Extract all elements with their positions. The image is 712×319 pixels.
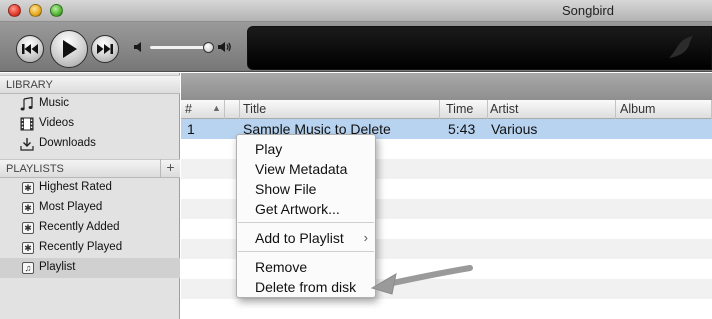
- menu-separator: [238, 222, 374, 223]
- column-header-label: Artist: [490, 102, 519, 116]
- sidebar-item-highest-rated[interactable]: ✱ Highest Rated: [0, 178, 180, 198]
- sidebar-item-music[interactable]: Music: [0, 94, 180, 114]
- smart-playlist-icon: ✱: [22, 242, 34, 254]
- menu-item-view-metadata[interactable]: View Metadata: [237, 159, 375, 179]
- annotation-arrow-icon: [370, 265, 473, 295]
- download-icon: [20, 138, 34, 151]
- menu-item-delete-from-disk[interactable]: Delete from disk: [237, 277, 375, 297]
- volume-level-fill: [150, 46, 209, 49]
- sidebar-item-videos[interactable]: Videos: [0, 114, 180, 134]
- menu-separator: [238, 251, 374, 252]
- library-section-header: LIBRARY: [0, 75, 180, 94]
- next-track-button[interactable]: [91, 35, 119, 63]
- library-header-label: LIBRARY: [6, 79, 53, 91]
- add-playlist-button[interactable]: +: [160, 159, 180, 178]
- menu-item-show-file[interactable]: Show File: [237, 179, 375, 199]
- playlists-header-label: PLAYLISTS: [6, 163, 64, 175]
- title-bar: Songbird: [0, 0, 712, 22]
- film-icon: [20, 117, 34, 131]
- menu-item-play[interactable]: Play: [237, 139, 375, 159]
- sidebar-item-playlist[interactable]: ♫ Playlist: [0, 258, 180, 278]
- table-row: [181, 299, 712, 319]
- play-button[interactable]: [50, 30, 88, 68]
- sort-ascending-icon: ▲: [212, 103, 221, 113]
- sidebar-item-downloads[interactable]: Downloads: [0, 134, 180, 154]
- sidebar-item-label: Videos: [39, 117, 74, 129]
- menu-item-remove[interactable]: Remove: [237, 257, 375, 277]
- track-artist: Various: [491, 121, 538, 137]
- sidebar-item-recently-added[interactable]: ✱ Recently Added: [0, 218, 180, 238]
- column-header-label: Album: [620, 102, 656, 116]
- player-control-bar: [0, 22, 712, 72]
- filter-strip: [181, 73, 712, 100]
- next-track-icon: [97, 44, 113, 54]
- column-header-album[interactable]: Album: [616, 100, 712, 119]
- sidebar: LIBRARY Music Videos Downloads PLAYLISTS…: [0, 73, 180, 319]
- column-header-number[interactable]: # ▲: [181, 100, 225, 119]
- sidebar-item-label: Most Played: [39, 201, 103, 213]
- volume-slider-knob[interactable]: [203, 42, 214, 53]
- menu-item-label: Add to Playlist: [255, 230, 344, 246]
- playlist-icon: ♫: [22, 262, 34, 274]
- sidebar-item-most-played[interactable]: ✱ Most Played: [0, 198, 180, 218]
- menu-item-add-to-playlist[interactable]: Add to Playlist ›: [237, 228, 375, 248]
- sidebar-item-label: Music: [39, 97, 70, 109]
- window-title: Songbird: [561, 3, 614, 18]
- submenu-arrow-icon: ›: [363, 230, 368, 245]
- tracklist-header: # ▲ Title Time Artist Album: [181, 100, 712, 119]
- column-header-label: Title: [243, 102, 267, 116]
- column-header-artist[interactable]: Artist: [488, 100, 616, 119]
- now-playing-display: [247, 26, 712, 70]
- context-menu: Play View Metadata Show File Get Artwork…: [236, 134, 376, 298]
- track-time: 5:43: [448, 121, 476, 137]
- smart-playlist-icon: ✱: [22, 222, 34, 234]
- previous-track-icon: [22, 44, 38, 54]
- sidebar-item-label: Recently Added: [39, 221, 120, 233]
- playlists-section-header: PLAYLISTS +: [0, 159, 180, 178]
- sidebar-item-label: Downloads: [39, 137, 96, 149]
- track-number: 1: [187, 121, 195, 137]
- sidebar-item-label: Playlist: [39, 261, 76, 273]
- smart-playlist-icon: ✱: [22, 182, 34, 194]
- sidebar-item-label: Recently Played: [39, 241, 123, 253]
- column-header-label: #: [185, 102, 192, 116]
- play-icon: [63, 40, 77, 58]
- column-header-label: Time: [446, 102, 474, 116]
- column-header-spacer: [225, 100, 240, 119]
- previous-track-button[interactable]: [16, 35, 44, 63]
- volume-low-icon: [134, 42, 141, 52]
- volume-high-icon: [218, 42, 231, 52]
- column-header-title[interactable]: Title: [240, 100, 440, 119]
- smart-playlist-icon: ✱: [22, 202, 34, 214]
- menu-item-get-artwork[interactable]: Get Artwork...: [237, 199, 375, 219]
- music-note-icon: [20, 97, 33, 111]
- sidebar-item-label: Highest Rated: [39, 181, 112, 193]
- sidebar-item-recently-played[interactable]: ✱ Recently Played: [0, 238, 180, 258]
- column-header-time[interactable]: Time: [440, 100, 488, 119]
- songbird-logo-icon: [669, 36, 693, 58]
